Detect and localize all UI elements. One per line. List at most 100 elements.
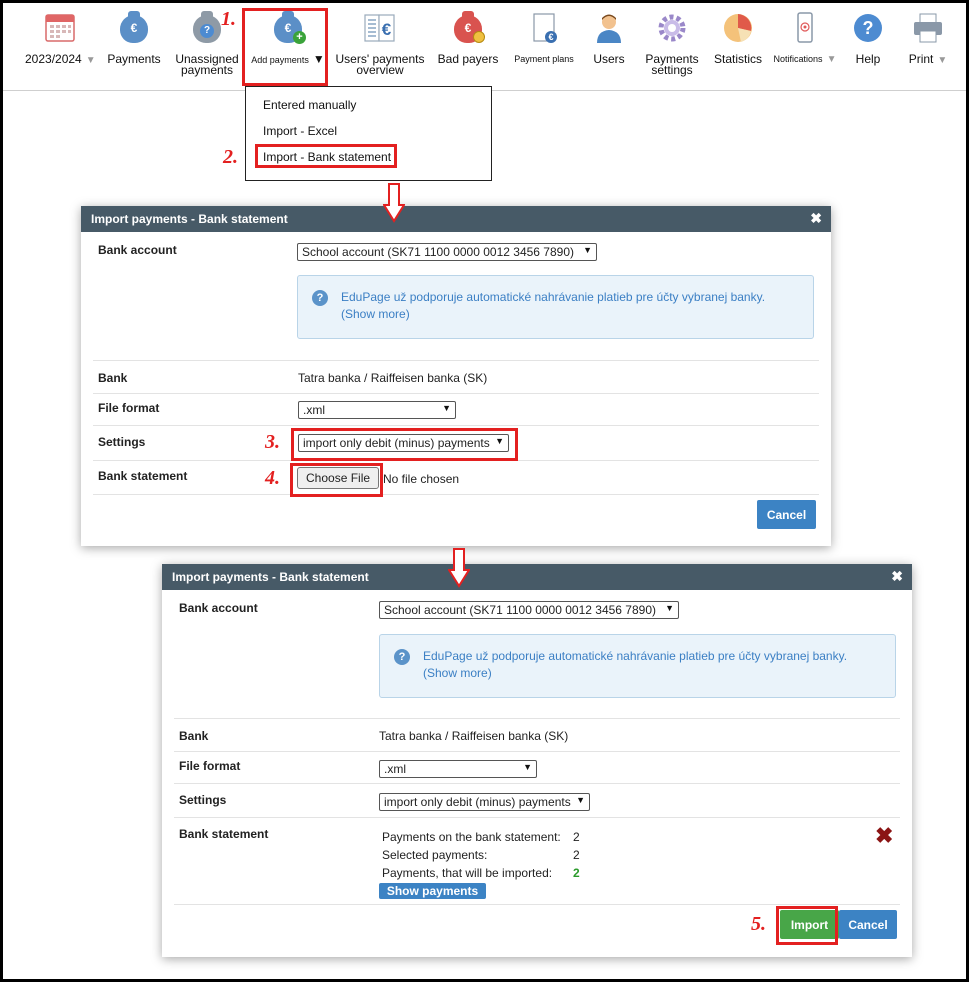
toolbar-payment-plans-label: Payment plans [514,54,574,64]
svg-text:€: € [548,32,553,42]
file-format-label: File format [98,401,160,415]
toolbar-users[interactable]: Users [577,7,641,74]
gear-icon [655,11,689,45]
choose-file-highlight [290,463,383,497]
file-format-select[interactable]: .xml ▼ [379,760,537,778]
selected-payments-value: 2 [573,848,580,862]
info-icon: ? [394,649,410,665]
toolbar-notifications[interactable]: Notifications ▼ [769,11,841,65]
menu-item-entered-manually[interactable]: Entered manually [263,98,356,112]
svg-text:€: € [382,20,392,39]
cancel-button[interactable]: Cancel [839,910,897,939]
dialog-1-header: Import payments - Bank statement ✖ [81,206,831,232]
caret-down-icon: ▼ [85,55,96,66]
show-more-link[interactable]: (Show more) [341,306,765,323]
toolbar-users-payments-overview[interactable]: € Users' payments overview [333,11,427,76]
toolbar-help-label: Help [855,52,881,66]
arrow-down-icon [448,548,470,588]
delete-icon[interactable]: ✖ [875,823,893,849]
bank-value: Tatra banka / Raiffeisen banka (SK) [298,371,488,385]
caret-down-icon: ▼ [826,54,837,65]
file-format-value: .xml [384,762,406,776]
toolbar-statistics-label: Statistics [713,52,762,66]
help-icon: ? [851,11,885,45]
dialog-2-header: Import payments - Bank statement ✖ [162,564,912,590]
bank-account-select[interactable]: School account (SK71 1100 0000 0012 3456… [297,243,597,261]
user-icon [592,11,626,45]
file-format-label: File format [179,759,241,773]
bank-label: Bank [98,371,128,385]
document-euro-icon: € [527,11,561,45]
bank-account-label: Bank account [179,601,258,615]
payments-to-import-value: 2 [573,866,580,880]
toolbar-unassigned-payments-label: Unassigned payments [175,52,239,77]
step-2-marker: 2. [223,146,238,168]
file-format-select[interactable]: .xml ▼ [298,401,456,419]
chevron-down-icon: ▼ [665,603,674,613]
divider [174,817,900,818]
dialog-2-title: Import payments - Bank statement [172,570,369,584]
ledger-icon: € [363,11,397,45]
toolbar-payments-settings[interactable]: Payments settings [641,11,703,76]
calendar-icon [43,11,77,45]
settings-label: Settings [98,435,146,449]
top-toolbar: 2023/2024 ▼ € Payments ? Unassigned paymen… [3,3,966,91]
info-text: EduPage už podporuje automatické nahráva… [341,290,766,304]
bank-account-value: School account (SK71 1100 0000 0012 3456… [384,603,656,617]
caret-down-icon: ▼ [937,55,948,66]
settings-value: import only debit (minus) payments [384,795,571,809]
toolbar-payment-plans[interactable]: € Payment plans [509,11,579,65]
import-dialog-2: Import payments - Bank statement ✖ Bank … [162,564,912,957]
chevron-down-icon: ▼ [523,762,532,772]
toolbar-bad-payers[interactable]: € Bad payers [433,11,503,65]
divider [174,751,900,752]
payments-on-statement-value: 2 [573,830,580,844]
chevron-down-icon: ▼ [442,403,451,413]
info-text: EduPage už podporuje automatické nahráva… [423,649,848,663]
selected-payments-label: Selected payments: [382,848,488,862]
add-payments-highlight [242,8,328,86]
red-bag-icon: € [451,11,485,45]
phone-icon [788,11,822,45]
no-file-chosen-text: No file chosen [383,472,460,486]
bank-account-select[interactable]: School account (SK71 1100 0000 0012 3456… [379,601,679,619]
chevron-down-icon: ▼ [576,795,585,805]
toolbar-payments-label: Payments [107,52,161,66]
divider [93,425,819,426]
payments-on-statement-label: Payments on the bank statement: [382,830,561,844]
divider [93,360,819,361]
toolbar-payments[interactable]: € Payments [103,11,165,65]
pie-chart-icon [721,11,755,45]
info-box: ? EduPage už podporuje automatické nahrá… [297,275,814,339]
toolbar-school-year[interactable]: 2023/2024 ▼ [25,11,96,66]
show-payments-button[interactable]: Show payments [379,883,486,899]
divider [93,494,819,495]
toolbar-statistics[interactable]: Statistics [707,11,769,65]
payments-to-import-label: Payments, that will be imported: [382,866,553,880]
close-icon[interactable]: ✖ [810,210,822,227]
import-dialog-1: Import payments - Bank statement ✖ Bank … [81,206,831,546]
toolbar-school-year-label: 2023/2024 [25,52,82,66]
toolbar-print[interactable]: Print ▼ [899,11,957,66]
divider [174,718,900,719]
menu-item-import-excel[interactable]: Import - Excel [263,124,337,138]
dialog-1-title: Import payments - Bank statement [91,212,288,226]
question-bag-icon: ? [190,11,224,45]
euro-bag-icon: € [117,11,151,45]
step-5-marker: 5. [751,913,766,935]
arrow-down-icon [383,183,405,223]
settings-highlight [291,428,518,461]
settings-select[interactable]: import only debit (minus) payments ▼ [379,793,590,811]
toolbar-help[interactable]: ? Help [845,11,891,65]
step-1-marker: 1. [221,8,236,30]
cancel-button[interactable]: Cancel [757,500,816,529]
info-icon: ? [312,290,328,306]
show-more-link[interactable]: (Show more) [423,665,847,682]
bank-value: Tatra banka / Raiffeisen banka (SK) [379,729,569,743]
svg-text:?: ? [863,18,874,38]
file-format-value: .xml [303,403,325,417]
toolbar-users-payments-overview-label: Users' payments overview [335,52,425,77]
toolbar-payments-settings-label: Payments settings [645,52,699,77]
divider [174,783,900,784]
close-icon[interactable]: ✖ [891,568,903,585]
